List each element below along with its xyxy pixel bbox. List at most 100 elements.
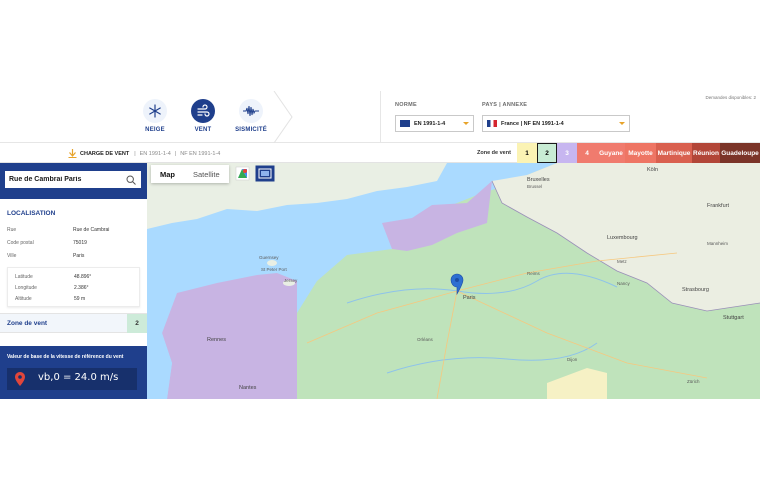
norm-select[interactable]: EN 1991-1-4 [395, 115, 474, 132]
wind-icon [191, 99, 215, 123]
nav-neige[interactable]: NEIGE [130, 99, 180, 133]
breadcrumb-title: CHARGE DE VENT [80, 150, 130, 157]
location-pin-icon [15, 372, 25, 386]
fullscreen-icon[interactable] [255, 165, 275, 182]
longitude-row: Longitude 2.386° [15, 285, 145, 291]
wind-zone-map[interactable]: Guernsey St Peter Port Jersey Bruxelles … [147, 163, 760, 399]
zone-tab-reunion[interactable]: Réunion [692, 143, 720, 163]
altitude-label: Altitude [15, 296, 32, 302]
nav-label-vent: VENT [194, 127, 212, 133]
map-place-label: Brussel [527, 184, 543, 189]
zone-tab-label: Guyane [599, 149, 623, 157]
tab-map[interactable]: Map [151, 165, 184, 183]
zone-tab-mayotte[interactable]: Mayotte [625, 143, 656, 163]
map-place-label: Frankfurt [707, 203, 730, 209]
sub-bar: CHARGE DE VENT | EN 1991-1-4 | NF EN 199… [0, 143, 760, 163]
rue-value: Rue de Cambrai [73, 227, 110, 233]
map-place-label: Zürich [687, 379, 700, 384]
basic-wind-velocity-box: Valeur de base de la vitesse de référenc… [0, 346, 147, 399]
breadcrumb-annex[interactable]: NF EN 1991-1-4 [180, 151, 220, 157]
zone-tab-4[interactable]: 4 [577, 143, 597, 163]
zone-tab-guadeloupe[interactable]: Guadeloupe [720, 143, 760, 163]
location-panel: LOCALISATION Rue Rue de Cambrai Code post… [0, 163, 147, 399]
norm-select-value: EN 1991-1-4 [414, 120, 446, 127]
basic-wind-velocity-result: vb,0 = 24.0 m/s [7, 368, 137, 390]
map-place-label: Metz [617, 259, 627, 264]
google-maps-icon[interactable] [235, 166, 250, 181]
rue-row: Rue Rue de Cambrai [7, 227, 137, 233]
zone-tab-label: 1 [525, 149, 529, 157]
norm-selectors: NORME EN 1991-1-4 PAYS | ANNEXE France |… [380, 91, 760, 143]
search-input[interactable] [5, 171, 141, 188]
zone-tab-2[interactable]: 2 [537, 143, 557, 163]
rue-label: Rue [7, 227, 17, 233]
longitude-value: 2.386° [74, 285, 89, 291]
map-place-label: Orléans [417, 337, 433, 342]
map-type-tabs: Map Satellite [151, 165, 229, 183]
chevron-down-icon [463, 122, 469, 125]
france-flag-icon [487, 120, 497, 127]
map-place-label: Reims [527, 271, 540, 276]
altitude-value: 59 m [74, 296, 86, 302]
map-place-label: Dijon [567, 357, 578, 362]
wind-zone-row: Zone de vent 2 [0, 313, 147, 333]
snowflake-icon [143, 99, 167, 123]
zone-tab-label: 2 [545, 149, 549, 157]
zone-tab-label: 3 [565, 149, 569, 157]
wind-zone-badge: 2 [127, 314, 147, 333]
tab-satellite[interactable]: Satellite [184, 165, 229, 183]
header: NEIGE VENT SISMICITÉ NORME EN 1991-1-4 P… [0, 91, 760, 143]
zone-tab-label: Mayotte [628, 149, 653, 157]
app-window: NEIGE VENT SISMICITÉ NORME EN 1991-1-4 P… [0, 91, 760, 399]
zone-tab-martinique[interactable]: Martinique [656, 143, 692, 163]
map-place-label: Nantes [239, 385, 257, 391]
ville-value: Paris [73, 253, 85, 259]
zone-tab-1[interactable]: 1 [517, 143, 537, 163]
nav-vent[interactable]: VENT [178, 99, 228, 133]
map-place-label: St Peter Port [261, 267, 287, 272]
chevron-down-icon [619, 122, 625, 125]
search-bar [0, 163, 147, 199]
chevron-separator-icon [273, 91, 293, 143]
latitude-value: 48.896° [74, 274, 92, 280]
map-place-label: Luxembourg [607, 235, 638, 241]
map-place-label: Mannheim [707, 241, 729, 246]
country-select-value: France | NF EN 1991-1-4 [501, 120, 564, 127]
latitude-label: Latitude [15, 274, 33, 280]
map-place-label: Stuttgart [723, 315, 744, 321]
coordinates-card: Latitude 48.896° Longitude 2.386° Altitude… [7, 267, 140, 307]
breadcrumb: CHARGE DE VENT | EN 1991-1-4 | NF EN 199… [68, 149, 222, 158]
country-label: PAYS | ANNEXE [482, 102, 528, 108]
wind-zone-label: Zone de vent [7, 320, 48, 327]
postal-code-row: Code postal 75019 [7, 240, 137, 246]
zone-tab-guyane[interactable]: Guyane [597, 143, 625, 163]
map-place-label: Guernsey [259, 255, 279, 260]
map-place-label: Paris [463, 295, 476, 301]
norm-label: NORME [395, 102, 417, 108]
zone-tab-label: 4 [585, 149, 589, 157]
zone-legend-label: Zone de vent [477, 150, 511, 156]
eu-flag-icon [400, 120, 410, 127]
nav-label-neige: NEIGE [145, 127, 165, 133]
map-place-label: Rennes [207, 337, 226, 343]
map-canvas [147, 163, 760, 399]
map-place-label: Jersey [284, 278, 298, 283]
nav-label-sismicite: SISMICITÉ [235, 127, 267, 133]
postal-code-label: Code postal [7, 240, 34, 246]
nav-sismicite[interactable]: SISMICITÉ [226, 99, 276, 133]
longitude-label: Longitude [15, 285, 37, 291]
ville-row: Ville Paris [7, 253, 137, 259]
wind-load-icon [68, 149, 77, 158]
breadcrumb-norm[interactable]: EN 1991-1-4 [140, 151, 171, 157]
postal-code-value: 75019 [73, 240, 87, 246]
localisation-title: LOCALISATION [7, 210, 56, 217]
latitude-row: Latitude 48.896° [15, 274, 145, 280]
zone-tab-3[interactable]: 3 [557, 143, 577, 163]
map-place-label: Nancy [617, 281, 630, 286]
zone-tab-label: Guadeloupe [721, 149, 759, 157]
search-icon[interactable] [126, 175, 136, 185]
map-place-label: Strasbourg [682, 287, 709, 293]
zone-tab-label: Réunion [693, 149, 719, 157]
basic-wind-velocity-value: vb,0 = 24.0 m/s [38, 372, 119, 383]
country-select[interactable]: France | NF EN 1991-1-4 [482, 115, 630, 132]
